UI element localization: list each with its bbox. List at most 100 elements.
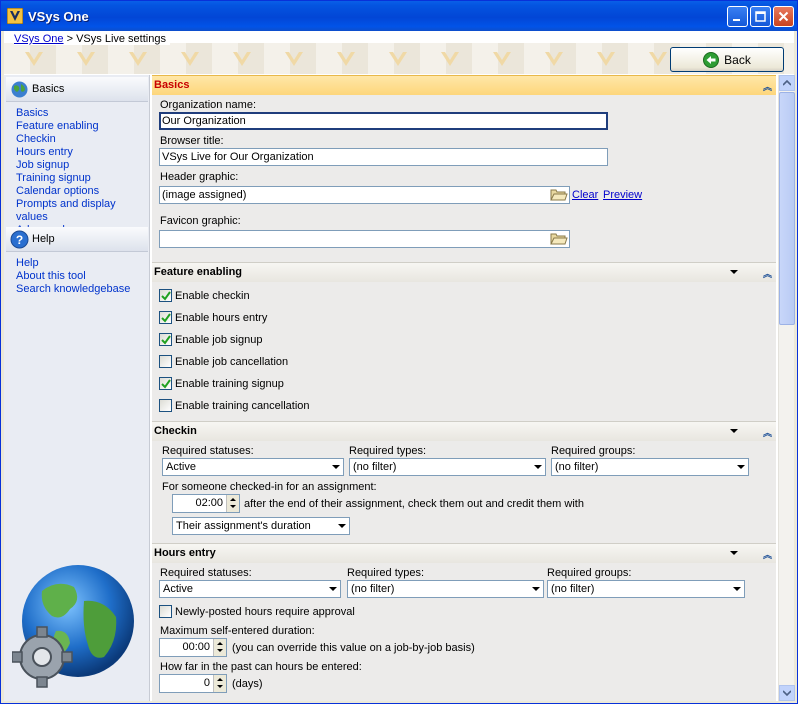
close-button[interactable] [773,6,794,27]
breadcrumb-root-link[interactable]: VSys One [14,33,64,45]
folder-open-icon[interactable] [550,188,568,202]
settings-panel: Basics ︽ Organization name: Our Organiza… [152,75,776,701]
sidebar: Basics Basics Feature enabling Checkin H… [4,75,150,701]
minimize-button[interactable] [727,6,748,27]
back-button[interactable]: Back [670,47,784,72]
checkin-credit-select[interactable]: Their assignment's duration [172,517,350,535]
chevron-decoration-icon [129,52,147,66]
sidebar-item-calendar-options[interactable]: Calendar options [16,185,149,198]
sidebar-item-training-signup[interactable]: Training signup [16,172,149,185]
scroll-up-button[interactable] [779,75,795,91]
checkin-statuses-select[interactable]: Active [162,458,344,476]
section-header-hours-entry[interactable]: Hours entry ︽ [152,543,776,563]
collapse-icon[interactable]: ︽ [763,426,772,439]
chevron-decoration-icon [181,52,199,66]
checkmark-icon [161,291,171,301]
past-days-value: 0 [203,677,210,689]
checkmark-icon [161,379,171,389]
checkin-types-select[interactable]: (no filter) [349,458,546,476]
sidebar-item-about[interactable]: About this tool [16,270,130,283]
section-header-feature-enabling[interactable]: Feature enabling ︽ [152,262,776,282]
clear-header-link[interactable]: Clear [572,189,598,201]
enable-training-signup-checkbox[interactable] [159,377,172,390]
hours-statuses-select[interactable]: Active [159,580,341,598]
checkin-time-stepper[interactable]: 02:00 [172,494,240,513]
title-bar[interactable]: VSys One [1,1,797,31]
collapse-icon[interactable]: ︽ [763,80,772,93]
enable-training-cancellation-label: Enable training cancellation [175,400,310,412]
enable-checkin-checkbox[interactable] [159,289,172,302]
hours-groups-value: (no filter) [551,583,595,595]
dropdown-arrow-icon[interactable] [334,518,349,534]
hours-approval-checkbox[interactable] [159,605,172,618]
collapse-icon[interactable]: ︽ [763,267,772,280]
sidebar-help-header[interactable]: ? Help [6,227,148,252]
sidebar-item-hours-entry[interactable]: Hours entry [16,146,149,159]
chevron-decoration-icon [597,52,615,66]
past-days-stepper[interactable]: 0 [159,674,227,693]
scroll-thumb[interactable] [779,92,795,325]
checkin-groups-select[interactable]: (no filter) [551,458,749,476]
spinner-arrows-icon[interactable] [213,639,226,656]
hours-types-select[interactable]: (no filter) [347,580,544,598]
sidebar-item-help[interactable]: Help [16,257,130,270]
vertical-scrollbar[interactable] [778,75,795,701]
hours-groups-label: Required groups: [547,567,632,579]
scroll-down-button[interactable] [779,685,795,701]
globe-gear-logo-icon [12,565,134,688]
maximize-button[interactable] [750,6,771,27]
dropdown-arrow-icon[interactable] [733,459,748,475]
chevron-decoration-icon [285,52,303,66]
checkmark-icon [161,335,171,345]
dropdown-arrow-icon[interactable] [730,551,738,555]
sidebar-item-checkin[interactable]: Checkin [16,133,149,146]
dropdown-arrow-icon[interactable] [530,459,545,475]
sidebar-item-prompts-display-values[interactable]: Prompts and display values [16,198,149,224]
max-duration-stepper[interactable]: 00:00 [159,638,227,657]
past-days-unit: (days) [232,678,263,690]
globe-icon [11,81,28,98]
section-header-checkin[interactable]: Checkin ︽ [152,421,776,441]
dropdown-arrow-icon[interactable] [730,270,738,274]
favicon-graphic-input[interactable] [159,230,570,248]
breadcrumb: VSys One > VSys Live settings [14,33,170,45]
header-banner: VSys One > VSys Live settings Back [4,31,794,74]
enable-job-cancellation-checkbox[interactable] [159,355,172,368]
checkin-after-text: after the end of their assignment, check… [244,498,584,510]
dropdown-arrow-icon[interactable] [325,581,340,597]
enable-job-signup-checkbox[interactable] [159,333,172,346]
sidebar-item-job-signup[interactable]: Job signup [16,159,149,172]
hours-groups-select[interactable]: (no filter) [547,580,745,598]
client-area: VSys One > VSys Live settings Back Basic… [4,31,795,701]
sidebar-item-feature-enabling[interactable]: Feature enabling [16,120,149,133]
header-graphic-input[interactable]: (image assigned) [159,186,570,204]
enable-checkin-label: Enable checkin [175,290,250,302]
app-window: VSys One VSys One > VSys Live settings B… [0,0,798,704]
sidebar-item-basics[interactable]: Basics [16,107,149,120]
back-button-label: Back [724,52,751,67]
dropdown-arrow-icon[interactable] [528,581,543,597]
preview-header-link[interactable]: Preview [603,189,642,201]
dropdown-arrow-icon[interactable] [730,429,738,433]
enable-hours-entry-checkbox[interactable] [159,311,172,324]
organization-name-input[interactable]: Our Organization [159,112,608,130]
enable-training-cancellation-checkbox[interactable] [159,399,172,412]
chevron-decoration-icon [649,52,667,66]
breadcrumb-current: VSys Live settings [76,33,166,45]
browser-title-label: Browser title: [160,135,224,147]
hours-types-value: (no filter) [351,583,395,595]
browser-title-input[interactable]: VSys Live for Our Organization [159,148,608,166]
sidebar-basics-header[interactable]: Basics [6,77,148,102]
enable-hours-entry-label: Enable hours entry [175,312,268,324]
spinner-arrows-icon[interactable] [226,495,239,512]
back-arrow-icon [703,51,720,68]
dropdown-arrow-icon[interactable] [328,459,343,475]
chevron-decoration-icon [545,52,563,66]
spinner-arrows-icon[interactable] [213,675,226,692]
sidebar-item-search-knowledgebase[interactable]: Search knowledgebase [16,283,130,296]
folder-open-icon[interactable] [550,232,568,246]
section-header-basics[interactable]: Basics ︽ [152,75,776,95]
sidebar-basics-links: Basics Feature enabling Checkin Hours en… [16,107,149,237]
dropdown-arrow-icon[interactable] [729,581,744,597]
collapse-icon[interactable]: ︽ [763,548,772,561]
